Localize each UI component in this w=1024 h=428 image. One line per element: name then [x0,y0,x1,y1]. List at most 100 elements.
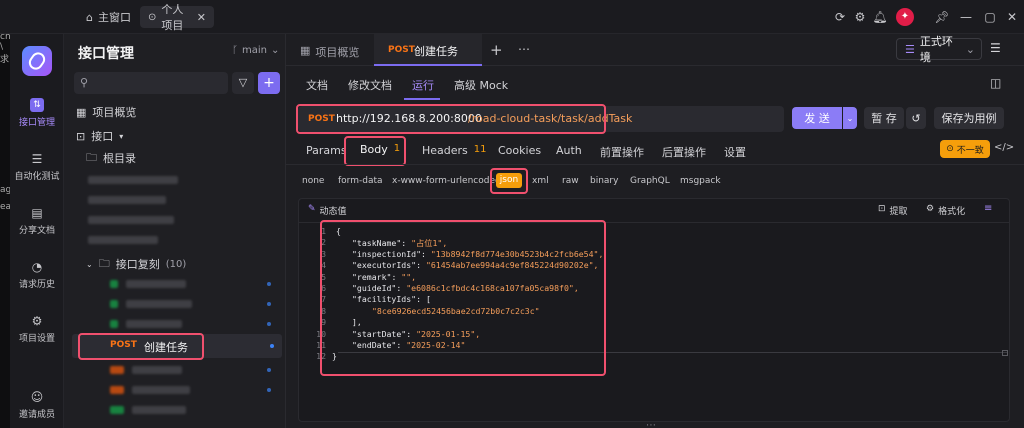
blurred-item [132,406,186,414]
extract-button[interactable]: ⊡ 提取 [878,204,908,217]
tab-label: 创建任务 [414,45,458,58]
overview-icon: ▦ [300,44,311,57]
api-sidebar: 接口管理 ᚴ main ⌄ ⚲ ▽ + ▦ 项目概览 ⊡ 接口 ▾ 🗀︎ 根目录… [64,34,286,428]
tab-auth[interactable]: Auth [556,144,582,157]
bell-icon[interactable]: 🔔︎ [872,9,888,25]
branch-icon: ᚴ [232,45,238,56]
chevron-down-icon: ⌄ [86,259,93,269]
environment-selector[interactable]: ☰ 正式环境 ⌄ [896,35,982,64]
more-icon[interactable]: ⋯ [518,42,530,56]
rail-label: 自动化测试 [14,172,60,182]
gear-icon[interactable]: ⚙ [852,9,868,25]
sidebar-title: 接口管理 [78,46,134,62]
format-button[interactable]: ⚙ 格式化 [926,204,965,217]
pin-icon[interactable]: 📌︎ [934,9,950,25]
status-dot [267,388,271,392]
resize-handle-icon[interactable]: ⋯ [646,420,656,428]
rail-item-invite[interactable]: ☺ 邀请成员 [10,390,64,420]
rail-label: 接口管理 [18,118,55,128]
wand-icon: ✎ [308,204,316,214]
body-type-graphql[interactable]: GraphQL [630,176,670,186]
app-logo [22,46,52,76]
add-button[interactable]: + [258,72,280,94]
body-type-binary[interactable]: binary [590,176,618,186]
maximize-icon[interactable]: ▢ [982,9,998,25]
tree-folder-clone[interactable]: ⌄ 🗀︎ 接口复刻 (10) [64,254,286,274]
branch-selector[interactable]: ᚴ main ⌄ [232,45,279,56]
body-type-form-data[interactable]: form-data [338,176,383,186]
code-icon[interactable]: </> [994,142,1014,153]
wrap-icon[interactable]: ≡ [984,203,992,214]
tab-headers[interactable]: Headers 11 [422,144,487,157]
edge-text: \ [0,42,4,52]
plus-icon: + [263,75,275,91]
format-icon: ⚙ [926,204,935,214]
reset-button[interactable]: ↺ [906,107,926,129]
left-rail: ⇅ 接口管理 ☰ 自动化测试 ▤ 分享文档 ◔ 请求历史 ⚙ 项目设置 ☺ 邀请… [10,34,64,428]
minimize-icon[interactable]: — [958,9,974,25]
tab-pre-actions[interactable]: 前置操作 [600,144,644,160]
rail-item-history[interactable]: ◔ 请求历史 [10,260,64,290]
share-doc-icon: ▤ [31,206,43,220]
automation-icon: ☰ [31,152,43,166]
menu-icon[interactable]: ☰ [990,41,1001,55]
rail-label: 项目设置 [18,334,55,344]
rail-label: 请求历史 [18,280,55,290]
tab-settings[interactable]: 设置 [724,144,746,160]
subtab-edit-docs[interactable]: 修改文档 [348,77,392,93]
sidebar-item-api[interactable]: ⊡ 接口 ▾ [64,126,286,146]
body-type-msgpack[interactable]: msgpack [680,176,721,186]
new-tab-icon[interactable]: + [490,41,503,59]
save-button[interactable]: 暂 存 [864,107,904,129]
window-tab-home[interactable]: ⌂ 主窗口 [78,6,139,28]
body-type-urlencoded[interactable]: x-www-form-urlencoded [392,176,501,186]
tab-params[interactable]: Params [306,144,347,157]
rail-item-share[interactable]: ▤ 分享文档 [10,206,64,236]
dynamic-value-button[interactable]: ✎ 动态值 [308,204,347,217]
highlight-box [296,104,606,134]
environment-icon: ☰ [905,42,915,56]
folder-icon: 🗀︎ [86,150,97,164]
method-tag [110,280,118,288]
subtab-run[interactable]: 运行 [412,77,434,93]
status-dot [267,322,271,326]
method-tag [110,366,124,374]
rail-item-automation[interactable]: ☰ 自动化测试 [10,152,64,182]
avatar[interactable]: ✦ [896,8,914,26]
refresh-icon[interactable]: ⟳ [832,9,848,25]
blurred-item [126,320,182,328]
highlight-box [490,168,528,194]
overview-icon: ▦ [76,105,87,119]
chevron-down-icon: ⌄ [846,113,854,123]
history-icon: ◔ [31,260,43,274]
tab-overview[interactable]: ▦ 项目概览 [300,44,359,60]
panel-toggle-icon[interactable]: ◫ [990,76,1001,90]
rail-item-settings[interactable]: ⚙ 项目设置 [10,314,64,344]
subtab-docs[interactable]: 文档 [306,77,328,93]
chevron-down-icon: ⌄ [271,45,280,56]
rail-item-api[interactable]: ⇅ 接口管理 [10,98,64,128]
blurred-item [126,280,186,288]
send-button[interactable]: 发 送 [792,107,842,129]
body-type-xml[interactable]: xml [532,176,549,186]
close-icon[interactable]: ✕ [197,11,206,24]
send-dropdown-button[interactable]: ⌄ [843,107,857,129]
tree-root[interactable]: 🗀︎ 根目录 [64,148,286,168]
window-tab-project[interactable]: ⊙ 个人项目 ✕ [140,3,214,32]
search-input[interactable]: ⚲ [74,72,228,94]
method-tag [110,386,124,394]
body-type-none[interactable]: none [302,176,324,186]
tab-cookies[interactable]: Cookies [498,144,541,157]
tab-post-actions[interactable]: 后置操作 [662,144,706,160]
save-as-case-button[interactable]: 保存为用例 [934,107,1004,129]
blurred-item [88,216,174,224]
mismatch-badge[interactable]: ⊙ 不一致 [940,140,990,158]
tab-create-task[interactable]: POST 创建任务 [374,34,482,66]
close-window-icon[interactable]: ✕ [1004,9,1020,25]
filter-button[interactable]: ▽ [232,72,254,94]
sidebar-item-overview[interactable]: ▦ 项目概览 [64,102,286,122]
subtab-mock[interactable]: 高级 Mock [454,77,508,93]
settings-icon: ⚙ [31,314,43,328]
body-type-raw[interactable]: raw [562,176,579,186]
home-icon: ⌂ [86,10,93,24]
